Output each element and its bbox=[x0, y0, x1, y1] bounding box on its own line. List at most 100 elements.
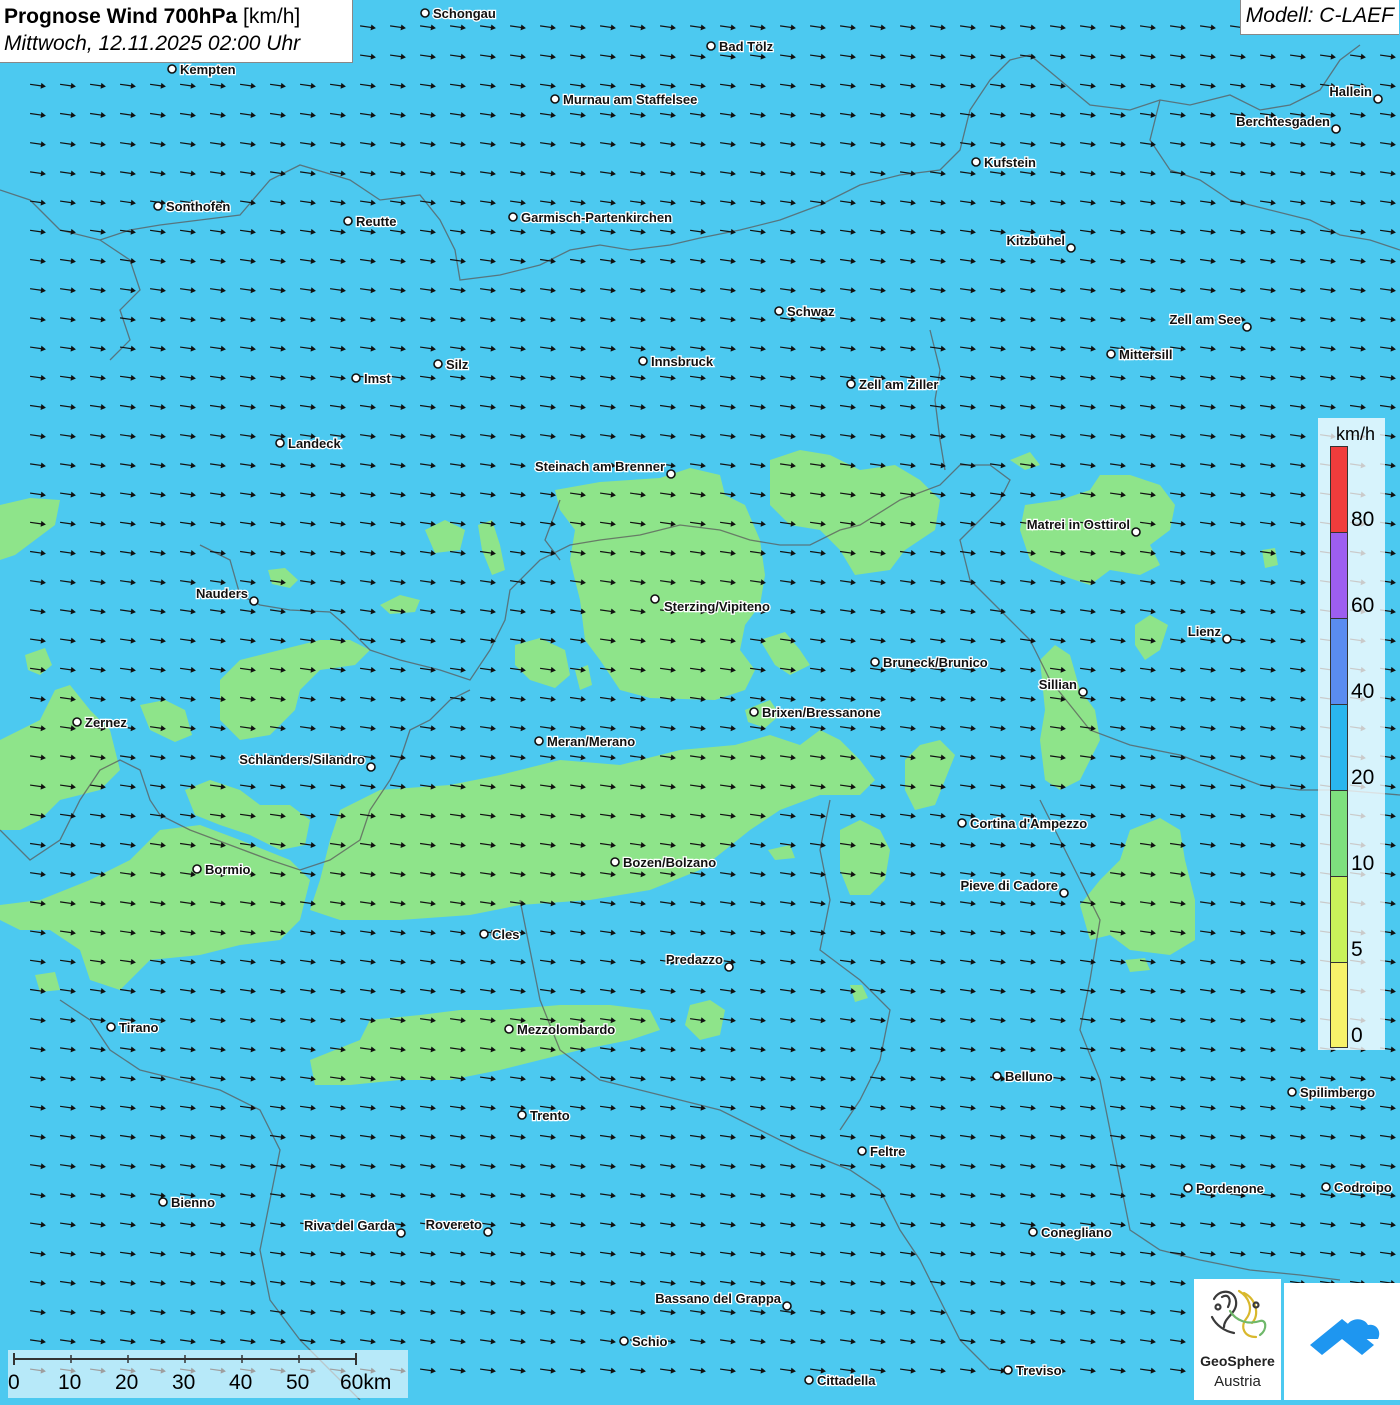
city-label: Riva del Garda bbox=[304, 1218, 396, 1233]
city-dot-icon bbox=[483, 1227, 493, 1237]
city-label: Codroipo bbox=[1334, 1180, 1392, 1195]
city-marker[interactable]: Meran/Merano bbox=[534, 733, 636, 750]
city-dot-icon bbox=[366, 762, 376, 772]
city-label: Berchtesgaden bbox=[1236, 114, 1330, 129]
city-label: Kitzbühel bbox=[1007, 233, 1066, 248]
city-label: Kempten bbox=[180, 62, 236, 77]
city-marker[interactable]: Brixen/Bressanone bbox=[749, 704, 882, 721]
city-dot-icon bbox=[396, 1228, 406, 1238]
model-label: Modell: C-LAEF bbox=[1239, 0, 1399, 35]
app-logo[interactable] bbox=[1284, 1283, 1400, 1400]
city-label: Conegliano bbox=[1041, 1225, 1112, 1240]
city-dot-icon bbox=[153, 201, 163, 211]
city-label: Nauders bbox=[196, 586, 248, 601]
title-box: Prognose Wind 700hPa [km/h] Mittwoch, 12… bbox=[0, 0, 353, 63]
city-label: Bozen/Bolzano bbox=[623, 855, 716, 870]
legend-label: 0 bbox=[1351, 1024, 1363, 1047]
city-dot-icon bbox=[650, 594, 660, 604]
city-label: Trento bbox=[530, 1108, 570, 1123]
city-dot-icon bbox=[1078, 687, 1088, 697]
city-dot-icon bbox=[106, 1022, 116, 1032]
wind-map: Schongau Bad Tölz Kempten Murnau am Staffel… bbox=[0, 0, 1400, 1400]
legend-segment-40 bbox=[1331, 619, 1347, 705]
city-marker[interactable]: Innsbruck bbox=[638, 353, 715, 370]
city-dot-icon bbox=[638, 356, 648, 366]
city-label: Mezzolombardo bbox=[517, 1022, 615, 1037]
city-dot-icon bbox=[1066, 243, 1076, 253]
city-label: Schongau bbox=[433, 6, 496, 21]
city-dot-icon bbox=[167, 64, 177, 74]
legend-label: 5 bbox=[1351, 938, 1363, 961]
city-label: Rovereto bbox=[426, 1217, 482, 1232]
city-dot-icon bbox=[72, 717, 82, 727]
city-dot-icon bbox=[957, 818, 967, 828]
city-label: Innsbruck bbox=[651, 354, 714, 369]
city-label: Feltre bbox=[870, 1144, 905, 1159]
city-dot-icon bbox=[782, 1301, 792, 1311]
legend-segment-5 bbox=[1331, 877, 1347, 963]
city-marker[interactable]: Bozen/Bolzano bbox=[610, 854, 717, 871]
city-marker[interactable]: Sonthofen bbox=[153, 198, 232, 215]
city-label: Belluno bbox=[1005, 1069, 1053, 1084]
city-label: Sonthofen bbox=[166, 199, 230, 214]
city-label: Bienno bbox=[171, 1195, 215, 1210]
city-dot-icon bbox=[857, 1146, 867, 1156]
city-label: Cortina d'Ampezzo bbox=[970, 816, 1087, 831]
city-label: Brixen/Bressanone bbox=[762, 705, 881, 720]
city-dot-icon bbox=[1287, 1087, 1297, 1097]
city-label: Sterzing/Vipiteno bbox=[664, 599, 770, 614]
scale-label: 20 bbox=[115, 1371, 139, 1394]
geosphere-logo[interactable]: GeoSphere Austria bbox=[1194, 1279, 1281, 1400]
logo-subtitle: Austria bbox=[1214, 1373, 1261, 1390]
city-label: Reutte bbox=[356, 214, 396, 229]
city-dot-icon bbox=[1003, 1365, 1013, 1375]
city-marker[interactable]: Murnau am Staffelsee bbox=[550, 91, 699, 108]
city-dot-icon bbox=[158, 1197, 168, 1207]
city-marker[interactable]: Mezzolombardo bbox=[504, 1021, 617, 1038]
city-dot-icon bbox=[749, 707, 759, 717]
scale-label: 50 bbox=[286, 1371, 310, 1394]
city-label: Steinach am Brenner bbox=[535, 459, 665, 474]
city-dot-icon bbox=[1106, 349, 1116, 359]
city-label: Zell am See bbox=[1169, 312, 1241, 327]
city-marker[interactable]: Garmisch-Partenkirchen bbox=[508, 209, 673, 226]
map-unit: [km/h] bbox=[243, 5, 301, 28]
legend-segment-20 bbox=[1331, 705, 1347, 791]
city-marker[interactable]: Zell am Ziller bbox=[846, 376, 940, 393]
city-label: Hallein bbox=[1329, 84, 1372, 99]
city-dot-icon bbox=[534, 736, 544, 746]
city-dot-icon bbox=[1028, 1227, 1038, 1237]
city-label: Predazzo bbox=[666, 952, 723, 967]
city-dot-icon bbox=[1373, 94, 1383, 104]
city-marker[interactable]: Pordenone bbox=[1183, 1180, 1265, 1197]
city-label: Schwaz bbox=[787, 304, 835, 319]
city-label: Silz bbox=[446, 357, 469, 372]
map-title: Prognose Wind 700hPa bbox=[4, 5, 238, 28]
city-dot-icon bbox=[249, 596, 259, 606]
city-dot-icon bbox=[479, 929, 489, 939]
city-marker[interactable]: Bruneck/Brunico bbox=[870, 654, 989, 671]
city-dot-icon bbox=[433, 359, 443, 369]
city-label: Cittadella bbox=[817, 1373, 876, 1388]
city-marker[interactable]: Cortina d'Ampezzo bbox=[957, 815, 1089, 832]
scale-label: 10 bbox=[58, 1371, 82, 1394]
city-dot-icon bbox=[992, 1071, 1002, 1081]
city-marker[interactable]: Spilimbergo bbox=[1287, 1084, 1376, 1101]
city-dot-icon bbox=[504, 1024, 514, 1034]
city-label: Spilimbergo bbox=[1300, 1085, 1375, 1100]
city-label: Lienz bbox=[1188, 624, 1222, 639]
city-label: Sillian bbox=[1039, 677, 1077, 692]
city-label: Bassano del Grappa bbox=[655, 1291, 781, 1306]
city-marker[interactable]: Conegliano bbox=[1028, 1224, 1113, 1241]
city-dot-icon bbox=[610, 857, 620, 867]
city-dot-icon bbox=[420, 8, 430, 18]
city-dot-icon bbox=[619, 1336, 629, 1346]
city-label: Garmisch-Partenkirchen bbox=[521, 210, 672, 225]
city-dot-icon bbox=[706, 41, 716, 51]
city-marker[interactable]: Schongau bbox=[420, 5, 497, 22]
city-dot-icon bbox=[1331, 124, 1341, 134]
city-dot-icon bbox=[804, 1375, 814, 1385]
legend-label: 40 bbox=[1351, 680, 1375, 703]
city-dot-icon bbox=[1183, 1183, 1193, 1193]
logo-name: GeoSphere bbox=[1200, 1353, 1275, 1369]
